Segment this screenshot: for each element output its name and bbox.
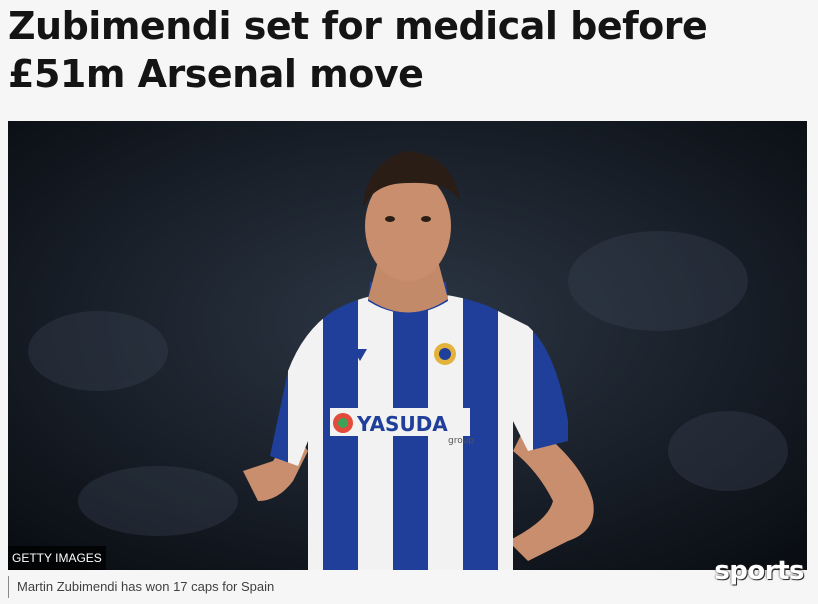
article-hero-image: YASUDA group xyxy=(8,121,807,570)
image-caption-row: Martin Zubimendi has won 17 caps for Spa… xyxy=(8,576,809,598)
image-caption: Martin Zubimendi has won 17 caps for Spa… xyxy=(17,579,275,594)
player-photo: YASUDA group xyxy=(8,121,807,570)
image-credit: GETTY IMAGES xyxy=(8,546,106,570)
article-headline: Zubimendi set for medical before £51m Ar… xyxy=(8,4,708,96)
sponsor-logo-subtext: group xyxy=(448,436,474,446)
sponsor-logo-text: YASUDA xyxy=(356,412,448,436)
